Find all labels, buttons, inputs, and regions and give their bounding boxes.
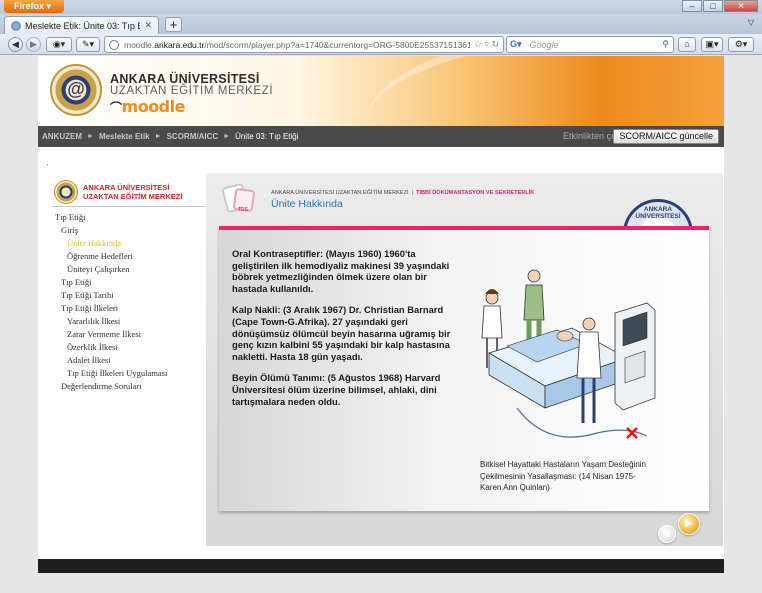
addon-eye-icon[interactable]: ◉▾ — [46, 37, 72, 52]
header-separator: | — [411, 190, 414, 196]
toc-item[interactable]: Özerklik İlkesi — [55, 341, 167, 354]
url-prefix: moodle. — [124, 39, 155, 50]
sidebar-logo — [54, 180, 78, 204]
search-input[interactable]: Google — [530, 40, 663, 50]
browser-tab[interactable]: Meslekte Etik: Ünite 03: Tıp Etiği ✕ — [4, 16, 159, 34]
breadcrumb-link[interactable]: SCORM/AICC — [167, 132, 219, 141]
tds-logo: TDS — [221, 182, 264, 214]
fact-paragraph: Kalp Nakli: (3 Aralık 1967) Dr. Christia… — [232, 304, 451, 362]
hospital-scene-illustration — [481, 269, 656, 439]
unit-title: Ünite Hakkında — [271, 198, 343, 210]
university-logo: @ — [50, 64, 102, 116]
firefox-menu-label: Firefox — [14, 1, 45, 11]
moodle-logo-text: moodle — [121, 97, 186, 116]
fact-paragraph: Oral Kontraseptifler: (Mayıs 1960) 1960'… — [232, 248, 450, 294]
breadcrumb: ANKUZEM ► Meslekte Etik ► SCORM/AICC ► Ü… — [38, 126, 724, 147]
hospital-bed — [488, 327, 628, 409]
previous-page-button[interactable]: ◀ — [658, 525, 676, 543]
toc-item[interactable]: Zarar Vermeme İlkesi — [55, 328, 167, 341]
tab-bar: Meslekte Etik: Ünite 03: Tıp Etiği ✕ + ▽ — [0, 14, 762, 34]
downloads-icon[interactable]: ▣▾ — [701, 37, 723, 52]
sidebar-center-name: UZAKTAN EĞİTİM MERKEZİ — [83, 192, 183, 201]
sidebar-divider — [52, 206, 209, 207]
scorm-toc: Tıp Etiği Giriş Ünite Hakkında Öğrenme H… — [55, 211, 167, 393]
exit-activity-link[interactable]: Etkinlikten çık — [563, 131, 618, 141]
content-card: Oral Kontraseptifler: (Mayıs 1960) 1960'… — [219, 226, 709, 511]
seal-text: ANKARA ÜNİVERSİTESİ — [635, 206, 681, 220]
search-bar[interactable]: G▾ Google ⚲ — [506, 36, 674, 53]
navigation-toolbar: ◀ ▶ ◉▾ ✎▾ moodle.ankara.edu.tr/mod/scorm… — [0, 34, 762, 55]
close-window-icon[interactable]: ✕ — [724, 0, 758, 12]
life-support-machine — [614, 302, 656, 411]
toc-item[interactable]: Yararlılık İlkesi — [55, 315, 167, 328]
new-tab-button[interactable]: + — [165, 17, 182, 32]
tab-favicon-icon — [11, 20, 21, 31]
center-name: UZAKTAN EĞİTİM MERKEZİ — [110, 85, 274, 97]
bookmark-star-icon[interactable]: ☆ ▿ ↻ — [470, 39, 503, 50]
addon-pencil-icon[interactable]: ✎▾ — [76, 37, 100, 52]
fact-paragraph: Beyin Ölümü Tanımı: (5 Ağustos 1968) Har… — [232, 372, 441, 407]
page-dot: . — [46, 157, 49, 167]
page-footer-bar — [38, 559, 724, 573]
tab-title: Meslekte Etik: Ünite 03: Tıp Etiği — [25, 20, 141, 31]
moodle-page: @ ANKARA ÜNİVERSİTESİ UZAKTAN EĞİTİM MER… — [38, 56, 724, 571]
toc-item[interactable]: Tıp Etiği İlkeleri Uygulaması — [55, 367, 167, 380]
university-name: ANKARA ÜNİVERSİTESİ — [110, 72, 260, 86]
doctor-figure — [576, 317, 602, 423]
org-name: ANKARA ÜNİVERSİTESİ UZAKTAN EĞİTİM MERKE… — [271, 190, 409, 196]
firefox-menu-button[interactable]: Firefox ▾ — [4, 0, 64, 13]
breadcrumb-link[interactable]: ANKUZEM — [42, 132, 82, 141]
minimize-icon[interactable]: – — [682, 0, 702, 12]
toc-item[interactable]: Tıp Etiği — [55, 211, 167, 224]
page-viewport: @ ANKARA ÜNİVERSİTESİ UZAKTAN EĞİTİM MER… — [0, 56, 762, 593]
history-facts: Oral Kontraseptifler: (Mayıs 1960) 1960'… — [232, 248, 457, 417]
toc-item[interactable]: Tıp Etiği Tarihi — [55, 289, 167, 302]
forward-arrow-icon[interactable]: ▶ — [26, 37, 41, 52]
site-header: @ ANKARA ÜNİVERSİTESİ UZAKTAN EĞİTİM MER… — [38, 56, 724, 126]
tools-gear-icon[interactable]: ⚙▾ — [728, 37, 754, 52]
breadcrumb-separator-icon: ► — [154, 133, 162, 140]
illustration-caption: Bitkisel Hayattaki Hastaların Yaşam Dest… — [480, 460, 646, 492]
window-titlebar: Firefox ▾ – □ ✕ — [0, 0, 762, 14]
url-text[interactable]: moodle.ankara.edu.tr/mod/scorm/player.ph… — [124, 40, 470, 50]
moodle-logo[interactable]: ⌒moodle — [110, 97, 185, 116]
breadcrumb-link[interactable]: Meslekte Etik — [99, 132, 150, 141]
header-swoosh — [361, 56, 724, 126]
department-name: TIBBİ DOKÜMANTASYON VE SEKRETERLİK — [416, 190, 535, 196]
next-page-button[interactable]: ▶ — [678, 513, 700, 535]
search-icon[interactable]: ⚲ — [662, 39, 673, 50]
back-arrow-icon[interactable]: ◀ — [8, 37, 23, 52]
tab-list-icon[interactable]: ▽ — [748, 18, 754, 27]
sidebar-university-name: ANKARA ÜNİVERSİTESİ — [83, 183, 170, 192]
scorm-update-button[interactable]: SCORM/AICC güncelle — [613, 129, 719, 144]
breadcrumb-current: Ünite 03: Tıp Etiği — [235, 132, 299, 141]
address-bar[interactable]: moodle.ankara.edu.tr/mod/scorm/player.ph… — [104, 36, 504, 53]
tds-logo-text: TDS — [238, 207, 248, 213]
url-path: /mod/scorm/player.php?a=1740&currentorg=… — [204, 39, 470, 50]
maximize-icon[interactable]: □ — [703, 0, 723, 12]
toc-item[interactable]: Giriş — [55, 224, 167, 237]
home-icon[interactable]: ⌂ — [678, 37, 696, 52]
url-host: ankara.edu.tr — [154, 39, 205, 50]
window-controls: – □ ✕ — [681, 0, 758, 12]
scorm-content-frame: TDS ANKARA ÜNİVERSİTESİ UZAKTAN EĞİTİM M… — [206, 173, 723, 546]
program-header: ANKARA ÜNİVERSİTESİ UZAKTAN EĞİTİM MERKE… — [271, 190, 534, 196]
site-identity-icon[interactable] — [109, 39, 119, 50]
toc-item[interactable]: Adalet İlkesi — [55, 354, 167, 367]
toc-item[interactable]: Tıp Etiği İlkeleri — [55, 302, 167, 315]
toc-item[interactable]: Tıp Etiği — [55, 276, 167, 289]
toc-item[interactable]: Öğrenme Hedefleri — [55, 250, 167, 263]
toc-item[interactable]: Üniteyi Çalışırken — [55, 263, 167, 276]
toc-item-active[interactable]: Ünite Hakkında — [55, 237, 167, 250]
breadcrumb-separator-icon: ► — [87, 133, 94, 140]
unplug-x-icon — [626, 427, 638, 439]
breadcrumb-separator-icon: ► — [223, 133, 231, 140]
google-icon[interactable]: G▾ — [510, 39, 522, 50]
toc-item[interactable]: Değerlendirme Soruları — [55, 380, 167, 393]
tab-close-icon[interactable]: ✕ — [144, 20, 152, 31]
